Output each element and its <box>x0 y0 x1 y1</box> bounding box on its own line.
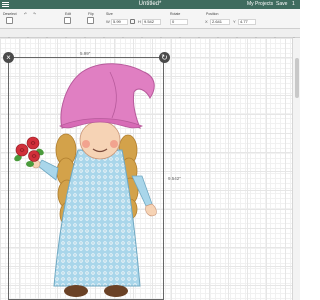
rotate-icon[interactable]: ↻ <box>159 52 170 63</box>
selection-bounding-box[interactable] <box>8 57 164 300</box>
close-icon[interactable]: × <box>3 52 14 63</box>
